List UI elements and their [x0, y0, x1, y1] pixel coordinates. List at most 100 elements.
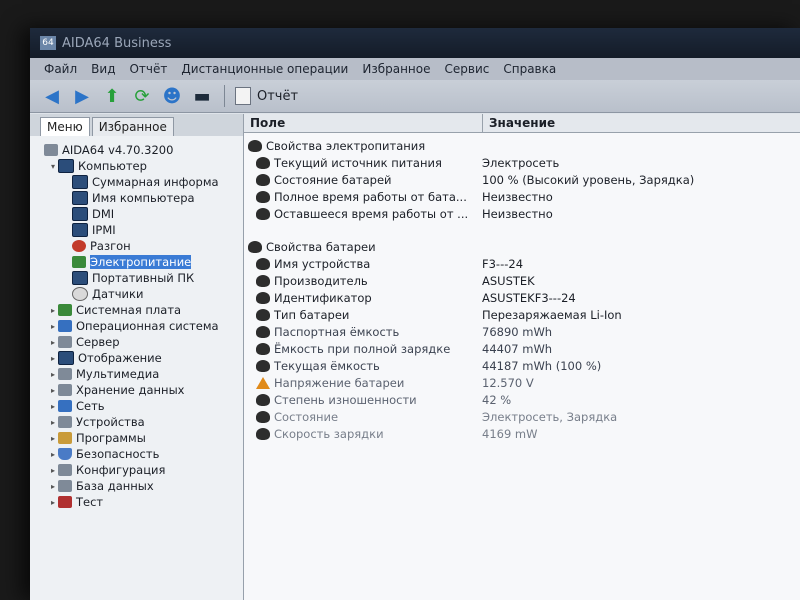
- group-header[interactable]: Свойства батареи: [244, 238, 800, 255]
- tree-item[interactable]: Датчики: [30, 286, 243, 302]
- tree-item[interactable]: Имя компьютера: [30, 190, 243, 206]
- tree-item[interactable]: ▸ Операционная система: [30, 318, 243, 334]
- field-cell: Паспортная ёмкость: [244, 325, 476, 339]
- folder-icon: [58, 432, 72, 444]
- menu-file[interactable]: Файл: [44, 62, 77, 76]
- group-header[interactable]: Свойства электропитания: [244, 137, 800, 154]
- tree-item[interactable]: Разгон: [30, 238, 243, 254]
- tree-item[interactable]: ▸ Хранение данных: [30, 382, 243, 398]
- tree-item[interactable]: DMI: [30, 206, 243, 222]
- tree-item-label: AIDA64 v4.70.3200: [62, 143, 174, 157]
- report-button[interactable]: Отчёт: [235, 87, 298, 105]
- property-icon: [256, 308, 270, 321]
- tree-expander-icon[interactable]: ▸: [48, 482, 58, 491]
- menu-help[interactable]: Справка: [503, 62, 556, 76]
- tree-item-label: Хранение данных: [76, 383, 185, 397]
- field-cell: Напряжение батареи: [244, 376, 476, 390]
- table-row[interactable]: Имя устройства F3---24: [244, 255, 800, 272]
- tree-item[interactable]: ▸ Мультимедиа: [30, 366, 243, 382]
- value-cell: Перезаряжаемая Li-Ion: [482, 307, 622, 322]
- table-row[interactable]: Степень изношенности 42 %: [244, 391, 800, 408]
- forward-arrow-icon[interactable]: ▶: [70, 85, 94, 107]
- table-row[interactable]: Скорость зарядки 4169 mW: [244, 425, 800, 442]
- tree-expander-icon[interactable]: ▾: [48, 162, 58, 171]
- tab-favorites[interactable]: Избранное: [91, 117, 174, 136]
- tree-item[interactable]: ▸ Тест: [30, 494, 243, 510]
- table-row[interactable]: Состояние батарей 100 % (Высокий уровень,…: [244, 171, 800, 188]
- up-arrow-icon[interactable]: ⬆: [100, 85, 124, 107]
- back-arrow-icon[interactable]: ◀: [40, 85, 64, 107]
- left-tabs: Меню Избранное: [30, 114, 243, 136]
- value-cell: 42 %: [482, 392, 512, 407]
- table-row[interactable]: Оставшееся время работы от ... Неизвестно: [244, 205, 800, 222]
- table-row[interactable]: Тип батареи Перезаряжаемая Li-Ion: [244, 306, 800, 323]
- monitor-icon[interactable]: ▬: [190, 85, 214, 107]
- group-icon: [248, 240, 262, 253]
- app-icon: [44, 144, 58, 156]
- tree-item[interactable]: ▸ Устройства: [30, 414, 243, 430]
- tree-item[interactable]: Суммарная информа: [30, 174, 243, 190]
- tree-item[interactable]: ▸ Сеть: [30, 398, 243, 414]
- property-icon: [256, 274, 270, 287]
- refresh-icon[interactable]: ⟳: [130, 85, 154, 107]
- tree-expander-icon[interactable]: ▸: [48, 338, 58, 347]
- table-row[interactable]: Идентификатор ASUSTEKF3---24: [244, 289, 800, 306]
- table-row[interactable]: Текущая ёмкость 44187 mWh (100 %): [244, 357, 800, 374]
- tree-expander-icon[interactable]: ▸: [48, 466, 58, 475]
- tree-expander-icon[interactable]: ▸: [48, 498, 58, 507]
- tree-item-label: База данных: [76, 479, 154, 493]
- tree-item[interactable]: Электропитание: [30, 254, 243, 270]
- monitor-icon: [72, 191, 88, 205]
- tree-item[interactable]: ▸ База данных: [30, 478, 243, 494]
- tree-expander-icon[interactable]: ▸: [48, 386, 58, 395]
- tree-expander-icon[interactable]: ▸: [48, 434, 58, 443]
- value-cell: Электросеть, Зарядка: [482, 409, 618, 424]
- group-title: Свойства электропитания: [266, 138, 426, 153]
- users-icon[interactable]: ☻: [160, 85, 184, 107]
- field-label: Напряжение батареи: [274, 375, 405, 390]
- menu-view[interactable]: Вид: [91, 62, 115, 76]
- tree-item[interactable]: ▸ Системная плата: [30, 302, 243, 318]
- tab-menu[interactable]: Меню: [40, 117, 90, 136]
- column-value-header[interactable]: Значение: [483, 114, 555, 132]
- tree-expander-icon[interactable]: ▸: [48, 402, 58, 411]
- tree-item[interactable]: ▸ Сервер: [30, 334, 243, 350]
- table-row[interactable]: Текущий источник питания Электросеть: [244, 154, 800, 171]
- tree-expander-icon[interactable]: ▸: [48, 418, 58, 427]
- tree-expander-icon[interactable]: ▸: [48, 370, 58, 379]
- tree-item[interactable]: ▾ Компьютер: [30, 158, 243, 174]
- value-cell: F3---24: [482, 256, 524, 271]
- field-cell: Текущий источник питания: [244, 156, 476, 170]
- tree-item-label: DMI: [92, 207, 115, 221]
- tree-item[interactable]: AIDA64 v4.70.3200: [30, 142, 243, 158]
- tree-item[interactable]: ▸ Отображение: [30, 350, 243, 366]
- report-label: Отчёт: [257, 88, 299, 104]
- tree-expander-icon[interactable]: ▸: [48, 354, 58, 363]
- navigation-tree: AIDA64 v4.70.3200 ▾ Компьютер Суммарная инф…: [30, 136, 243, 510]
- tree-item[interactable]: ▸ Программы: [30, 430, 243, 446]
- tree-expander-icon[interactable]: ▸: [48, 450, 58, 459]
- menu-report[interactable]: Отчёт: [129, 62, 167, 76]
- table-row[interactable]: Состояние Электросеть, Зарядка: [244, 408, 800, 425]
- tree-item[interactable]: ▸ Конфигурация: [30, 462, 243, 478]
- property-icon: [256, 359, 270, 372]
- tree-item[interactable]: ▸ Безопасность: [30, 446, 243, 462]
- menu-service[interactable]: Сервис: [445, 62, 490, 76]
- table-row[interactable]: Полное время работы от бата... Неизвестно: [244, 188, 800, 205]
- table-row[interactable]: Паспортная ёмкость 76890 mWh: [244, 323, 800, 340]
- main-area: Меню Избранное AIDA64 v4.70.3200 ▾ Компьют…: [30, 114, 800, 600]
- tree-item[interactable]: Портативный ПК: [30, 270, 243, 286]
- field-cell: Ёмкость при полной зарядке: [244, 342, 476, 356]
- table-row[interactable]: Производитель ASUSTEK: [244, 272, 800, 289]
- group-title-cell: Свойства электропитания: [244, 139, 476, 153]
- tree-expander-icon[interactable]: ▸: [48, 306, 58, 315]
- table-row[interactable]: Напряжение батареи 12.570 V: [244, 374, 800, 391]
- tree-item[interactable]: IPMI: [30, 222, 243, 238]
- tree-item-label: Компьютер: [78, 159, 147, 173]
- tree-expander-icon[interactable]: ▸: [48, 322, 58, 331]
- value-cell: Электросеть: [482, 155, 560, 170]
- column-field-header[interactable]: Поле: [244, 114, 483, 132]
- table-row[interactable]: Ёмкость при полной зарядке 44407 mWh: [244, 340, 800, 357]
- menu-favorites[interactable]: Избранное: [362, 62, 430, 76]
- menu-remote[interactable]: Дистанционные операции: [181, 62, 348, 76]
